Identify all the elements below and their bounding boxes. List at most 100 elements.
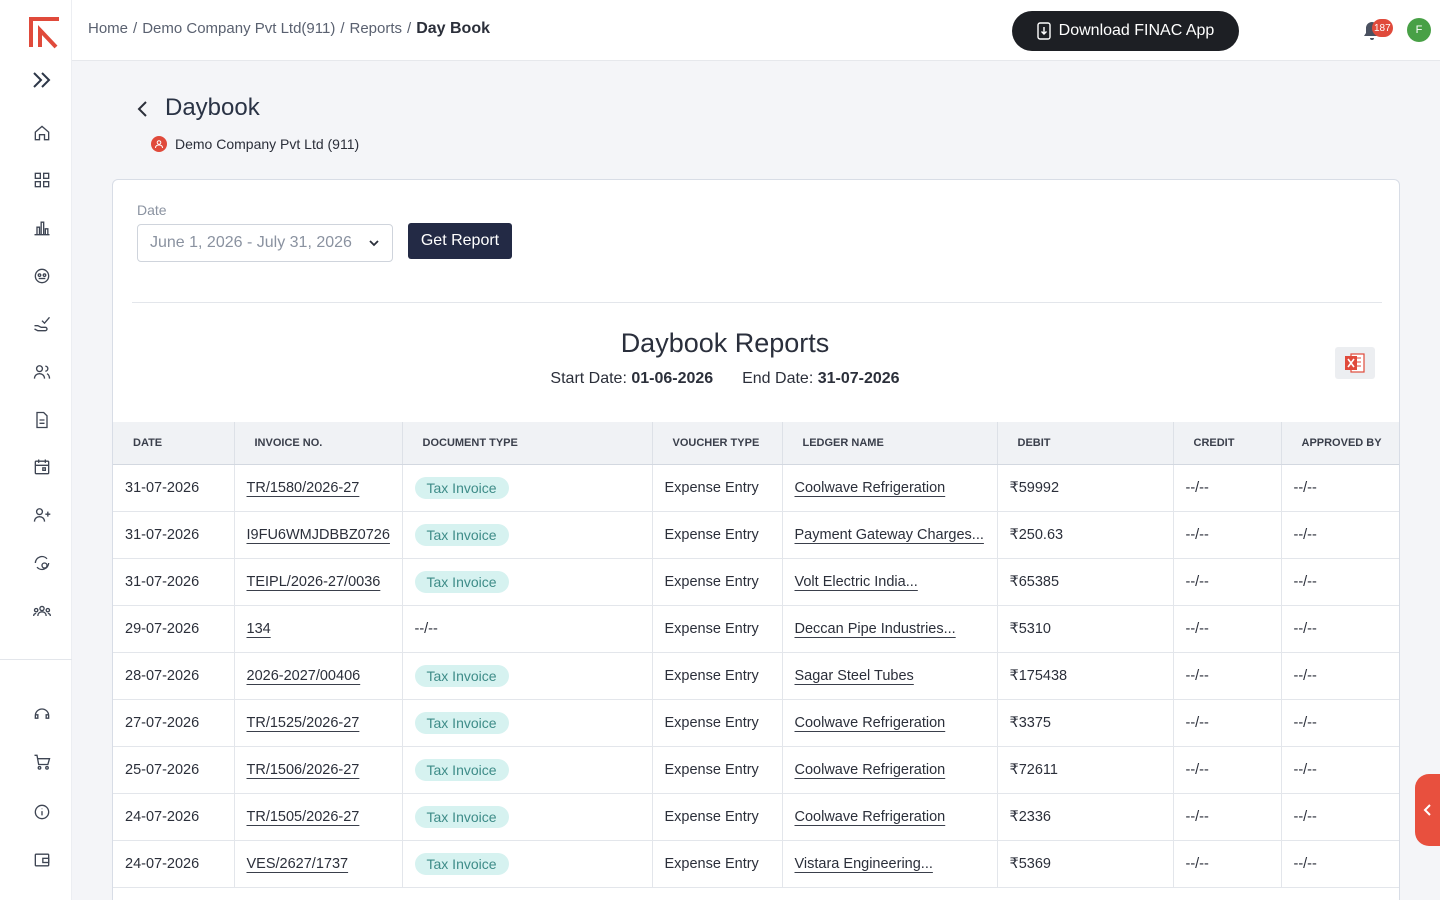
ledger-link[interactable]: Deccan Pipe Industries...: [795, 621, 956, 637]
invoice-link[interactable]: TR/1506/2026-27: [247, 762, 360, 778]
column-header[interactable]: APPROVED BY: [1281, 422, 1399, 465]
approved-by-cell: --/--: [1281, 840, 1399, 888]
get-report-button[interactable]: Get Report: [408, 223, 512, 259]
date-cell: 27-07-2026: [113, 699, 235, 747]
start-date-label: Start Date:: [550, 370, 627, 387]
export-excel-button[interactable]: [1335, 347, 1375, 379]
calendar-icon[interactable]: [30, 455, 54, 479]
voucher-type-cell: Expense Entry: [652, 652, 783, 700]
table-row: 25-07-2026 TR/1506/2026-27 Tax Invoice E…: [113, 746, 1399, 794]
document-type-badge: Tax Invoice: [414, 711, 509, 734]
finac-logo[interactable]: [28, 16, 62, 50]
user-avatar[interactable]: F: [1407, 18, 1431, 42]
column-header[interactable]: DATE: [113, 422, 235, 465]
invoice-link[interactable]: I9FU6WMJDBBZ0726: [247, 527, 390, 543]
document-type-badge: Tax Invoice: [414, 523, 509, 546]
ledger-link[interactable]: Vistara Engineering...: [795, 856, 933, 872]
back-arrow-icon[interactable]: [133, 98, 153, 120]
expand-sidebar-icon[interactable]: [30, 68, 54, 92]
credit-cell: --/--: [1173, 793, 1282, 841]
invoice-link[interactable]: 2026-2027/00406: [247, 668, 361, 684]
cart-icon[interactable]: [30, 750, 54, 774]
end-date-label: End Date:: [742, 370, 814, 387]
table-row: 24-07-2026 VES/2627/1737 Tax Invoice Exp…: [113, 840, 1399, 888]
hand-check-icon[interactable]: [30, 312, 54, 336]
approved-by-cell: --/--: [1281, 511, 1399, 559]
chevron-left-icon: [1423, 804, 1431, 816]
daybook-table: DATE INVOICE NO. DOCUMENT TYPE VOUCHER T…: [113, 422, 1399, 888]
column-header[interactable]: LEDGER NAME: [782, 422, 998, 465]
approved-by-cell: --/--: [1281, 746, 1399, 794]
date-cell: 28-07-2026: [113, 652, 235, 700]
excel-icon: [1345, 353, 1365, 373]
phone-download-icon: [1036, 22, 1051, 40]
home-icon[interactable]: [30, 121, 54, 145]
chevron-down-icon: [369, 240, 379, 247]
ledger-link[interactable]: Volt Electric India...: [795, 574, 918, 590]
date-label: Date: [137, 202, 167, 218]
date-range-select[interactable]: June 1, 2026 - July 31, 2026: [137, 224, 393, 262]
column-header[interactable]: DOCUMENT TYPE: [402, 422, 653, 465]
table-row: 31-07-2026 TEIPL/2026-27/0036 Tax Invoic…: [113, 558, 1399, 606]
company-label: Demo Company Pvt Ltd (911): [151, 136, 359, 152]
date-cell: 31-07-2026: [113, 464, 235, 512]
invoice-link[interactable]: TR/1580/2026-27: [247, 480, 360, 496]
approved-by-cell: --/--: [1281, 652, 1399, 700]
breadcrumb: Home / Demo Company Pvt Ltd(911) / Repor…: [88, 20, 490, 38]
info-icon[interactable]: [30, 800, 54, 824]
column-header[interactable]: INVOICE NO.: [234, 422, 403, 465]
invoice-link[interactable]: TR/1525/2026-27: [247, 715, 360, 731]
invoice-link[interactable]: TR/1505/2026-27: [247, 809, 360, 825]
ledger-link[interactable]: Coolwave Refrigeration: [795, 809, 946, 825]
ledger-link[interactable]: Sagar Steel Tubes: [795, 668, 914, 684]
chart-icon[interactable]: [30, 216, 54, 240]
voucher-type-cell: Expense Entry: [652, 464, 783, 512]
user-plus-icon[interactable]: [30, 503, 54, 527]
end-date-value: 31-07-2026: [817, 370, 900, 387]
breadcrumb-home[interactable]: Home: [88, 20, 128, 38]
document-type-badge: Tax Invoice: [414, 570, 509, 593]
wallet-icon[interactable]: [30, 848, 54, 872]
column-header[interactable]: VOUCHER TYPE: [652, 422, 783, 465]
document-type-badge: Tax Invoice: [414, 852, 509, 875]
invoice-link[interactable]: TEIPL/2026-27/0036: [247, 574, 381, 590]
voucher-type-cell: Expense Entry: [652, 746, 783, 794]
approved-by-cell: --/--: [1281, 605, 1399, 653]
team-icon[interactable]: [30, 599, 54, 623]
credit-cell: --/--: [1173, 605, 1282, 653]
table-row: 29-07-2026 134 --/-- Expense Entry Decca…: [113, 605, 1399, 653]
document-type-badge: Tax Invoice: [414, 805, 509, 828]
date-cell: 25-07-2026: [113, 746, 235, 794]
credit-cell: --/--: [1173, 511, 1282, 559]
document-icon[interactable]: [30, 408, 54, 432]
company-name: Demo Company Pvt Ltd (911): [175, 136, 360, 152]
download-app-button[interactable]: Download FINAC App: [1012, 11, 1239, 51]
voucher-type-cell: Expense Entry: [652, 840, 783, 888]
approved-by-cell: --/--: [1281, 699, 1399, 747]
column-header[interactable]: DEBIT: [997, 422, 1174, 465]
ledger-link[interactable]: Payment Gateway Charges...: [795, 527, 984, 543]
invoice-link[interactable]: VES/2627/1737: [247, 856, 349, 872]
document-type-badge: Tax Invoice: [414, 758, 509, 781]
support-icon[interactable]: [30, 702, 54, 726]
ledger-link[interactable]: Coolwave Refrigeration: [795, 715, 946, 731]
ledger-link[interactable]: Coolwave Refrigeration: [795, 480, 946, 496]
voucher-type-cell: Expense Entry: [652, 699, 783, 747]
table-row: 24-07-2026 TR/1505/2026-27 Tax Invoice E…: [113, 793, 1399, 841]
document-type-cell: --/--: [402, 605, 653, 653]
ledger-link[interactable]: Coolwave Refrigeration: [795, 762, 946, 778]
side-panel-toggle[interactable]: [1415, 774, 1440, 846]
table-row: 28-07-2026 2026-2027/00406 Tax Invoice E…: [113, 652, 1399, 700]
users-icon[interactable]: [30, 360, 54, 384]
approved-by-cell: --/--: [1281, 464, 1399, 512]
approved-by-cell: --/--: [1281, 793, 1399, 841]
grid-icon[interactable]: [30, 168, 54, 192]
breadcrumb-reports[interactable]: Reports: [350, 20, 403, 38]
dashboard-dial-icon[interactable]: [30, 264, 54, 288]
invoice-link[interactable]: 134: [247, 621, 271, 637]
breadcrumb-company[interactable]: Demo Company Pvt Ltd(911): [142, 20, 335, 38]
column-header[interactable]: CREDIT: [1173, 422, 1282, 465]
credit-cell: --/--: [1173, 652, 1282, 700]
credit-cell: --/--: [1173, 699, 1282, 747]
settings-cycle-icon[interactable]: [30, 551, 54, 575]
